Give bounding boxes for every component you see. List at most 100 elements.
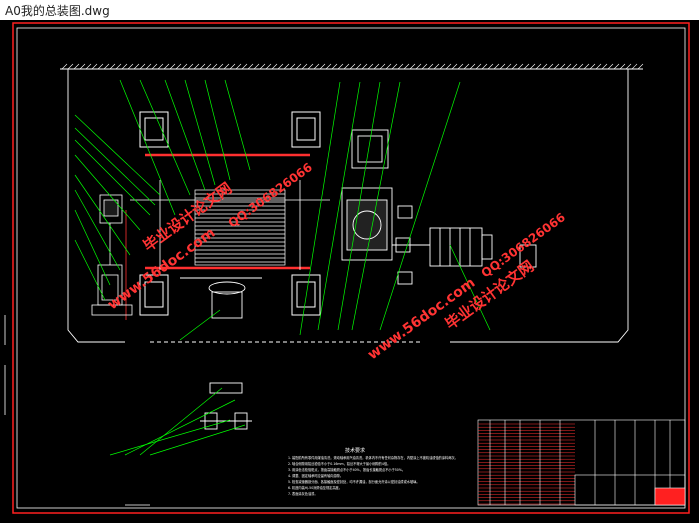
hatch-line	[109, 63, 116, 70]
hatch-line	[595, 63, 602, 70]
hatch-line	[421, 63, 428, 70]
hatch-line	[415, 63, 422, 70]
tech-note: 1. 装配前所有零件用煤油清洗，滚动轴承用汽油清洗，机体内不许有任何杂物存在，内…	[288, 455, 458, 460]
hatch-line	[469, 63, 476, 70]
hatch-line	[115, 63, 122, 70]
outer-frame	[12, 22, 690, 514]
hatch-line	[409, 63, 416, 70]
hatch-line	[151, 63, 158, 70]
hatch-line	[259, 63, 266, 70]
watermark-qq: QQ:306826066	[226, 160, 315, 230]
hatch-line	[529, 63, 536, 70]
coupling-shaft	[392, 205, 430, 285]
hatch-line	[283, 63, 290, 70]
hatch-line	[373, 63, 380, 70]
hatch-line	[271, 63, 278, 70]
hatch-line	[601, 63, 608, 70]
tech-note: 4. 调整、固定轴承时应留有轴向游隙。	[288, 473, 343, 478]
hatch-line	[175, 63, 182, 70]
hatch-line	[199, 63, 206, 70]
hatch-line	[103, 63, 110, 70]
hatch-line	[523, 63, 530, 70]
hatch-line	[481, 63, 488, 70]
hatch-line	[73, 63, 80, 70]
hatch-line	[133, 63, 140, 70]
hatch-line	[85, 63, 92, 70]
hatch-line	[313, 63, 320, 70]
hatch-line	[391, 63, 398, 70]
hatch-line	[451, 63, 458, 70]
hatch-line	[571, 63, 578, 70]
hatch-line	[505, 63, 512, 70]
hatch-line	[169, 63, 176, 70]
hatch-line	[295, 63, 302, 70]
window-title: A0我的总装图.dwg	[5, 4, 110, 18]
hatch-line	[583, 63, 590, 70]
hatch-line	[535, 63, 542, 70]
hatch-line	[253, 63, 260, 70]
hatch-line	[193, 63, 200, 70]
hatch-line	[361, 63, 368, 70]
hatch-line	[553, 63, 560, 70]
hatch-line	[145, 63, 152, 70]
hatch-line	[541, 63, 548, 70]
hatch-line	[319, 63, 326, 70]
ceiling	[60, 63, 644, 70]
hatch-line	[385, 63, 392, 70]
hatch-line	[277, 63, 284, 70]
inner-frame	[16, 27, 686, 509]
hatch-line	[235, 63, 242, 70]
hatch-line	[493, 63, 500, 70]
hatch-line	[187, 63, 194, 70]
hatch-line	[217, 63, 224, 70]
hatch-line	[157, 63, 164, 70]
hatch-line	[241, 63, 248, 70]
drawing-canvas[interactable]: 技术要求 1. 装配前所有零件用煤油清洗，滚动轴承用汽油清洗，机体内不许有任何杂…	[0, 20, 699, 523]
hatch-line	[445, 63, 452, 70]
hatch-line	[577, 63, 584, 70]
hatch-line	[397, 63, 404, 70]
window-titlebar: A0我的总装图.dwg	[0, 0, 699, 21]
hatch-line	[547, 63, 554, 70]
hook-block	[180, 277, 262, 319]
hatch-line	[61, 63, 68, 70]
hatch-line	[205, 63, 212, 70]
hatch-line	[433, 63, 440, 70]
hatch-line	[625, 63, 632, 70]
hatch-line	[301, 63, 308, 70]
hatch-line	[343, 63, 350, 70]
small-parts	[200, 382, 252, 430]
hatch-line	[475, 63, 482, 70]
hatch-line	[487, 63, 494, 70]
hatch-line	[289, 63, 296, 70]
hatch-line	[457, 63, 464, 70]
hatch-line	[619, 63, 626, 70]
tech-note: 5. 检查减速器剖分面、各接触面及密封处，均不许漏油，剖分面允许涂以密封油漆或水…	[288, 479, 420, 484]
hatch-line	[589, 63, 596, 70]
hatch-line	[511, 63, 518, 70]
hatch-line	[517, 63, 524, 70]
tech-note: 2. 啮合侧隙用铅丝检验不小于0.16mm，铅丝不得大于最小侧隙的4倍。	[288, 461, 390, 466]
hatch-line	[91, 63, 98, 70]
hatch-line	[337, 63, 344, 70]
tech-note: 3. 用涂色法检验斑点，按齿高接触斑点不小于40%，按齿长接触斑点不小于50%。	[288, 467, 405, 472]
hatch-line	[559, 63, 566, 70]
hatch-line	[463, 63, 470, 70]
hatch-line	[637, 63, 644, 70]
hatch-line	[631, 63, 638, 70]
tech-note: 7. 表面涂灰色油漆。	[288, 491, 318, 496]
tech-note: 6. 机座内装HJ-50润滑油至规定高度。	[288, 485, 342, 490]
hatch-line	[223, 63, 230, 70]
hatch-line	[499, 63, 506, 70]
hatch-line	[607, 63, 614, 70]
hatch-line	[403, 63, 410, 70]
hatch-line	[325, 63, 332, 70]
parts-list-grid	[478, 420, 671, 505]
hatch-line	[613, 63, 620, 70]
hatch-line	[163, 63, 170, 70]
hatch-line	[349, 63, 356, 70]
hatch-line	[127, 63, 134, 70]
hatch-line	[565, 63, 572, 70]
hatch-line	[67, 63, 74, 70]
hatch-line	[331, 63, 338, 70]
